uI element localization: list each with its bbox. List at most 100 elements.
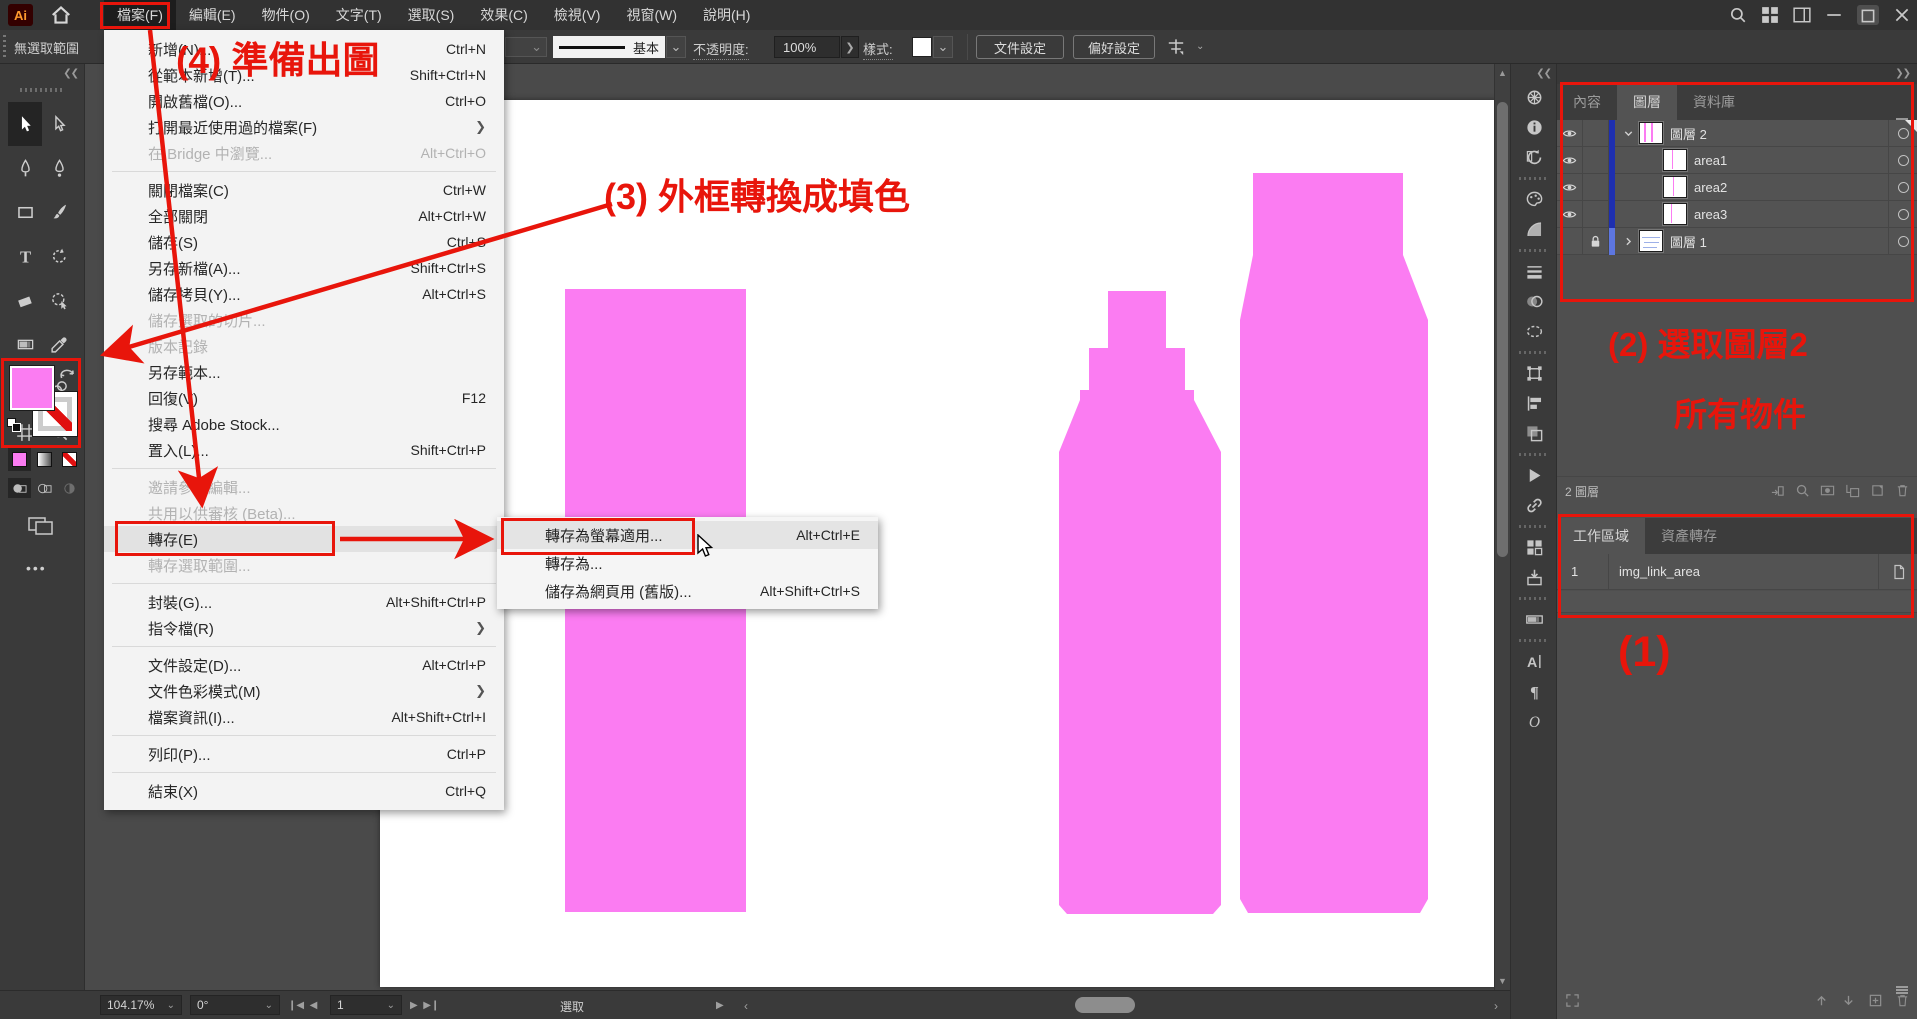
lock-icon[interactable]: [1583, 228, 1609, 255]
layer-row-area1[interactable]: area1: [1557, 147, 1917, 174]
file-menu-item[interactable]: 開啟舊檔(O)...Ctrl+O: [104, 88, 504, 114]
layer-name[interactable]: area2: [1694, 180, 1888, 195]
info-icon[interactable]: [1521, 112, 1547, 142]
dock-group-grip[interactable]: [1519, 448, 1549, 460]
menubar-item[interactable]: 物件(O): [249, 0, 323, 30]
screen-mode-icon[interactable]: [26, 512, 56, 538]
opacity-field[interactable]: 100%: [774, 36, 840, 58]
character-icon[interactable]: A: [1521, 646, 1547, 676]
layer-thumbnail[interactable]: [1663, 203, 1687, 225]
status-expand-icon[interactable]: ▶: [716, 1000, 724, 1011]
layer-target-circle[interactable]: [1888, 147, 1917, 174]
new-item-icon[interactable]: [1868, 993, 1883, 1013]
dock-group-grip[interactable]: [1519, 244, 1549, 256]
none-button[interactable]: [58, 448, 81, 471]
lock-empty[interactable]: [1583, 120, 1609, 147]
links-icon[interactable]: [1521, 490, 1547, 520]
visibility-eye-icon[interactable]: [1557, 147, 1583, 174]
tab-properties[interactable]: 內容: [1557, 84, 1617, 120]
wheel-icon[interactable]: [1521, 82, 1547, 112]
arrange-documents-icon[interactable]: [1793, 6, 1811, 24]
menubar-item[interactable]: 文字(T): [323, 0, 395, 30]
visibility-empty[interactable]: [1557, 228, 1583, 255]
file-menu-item[interactable]: 儲存拷貝(Y)...Alt+Ctrl+S: [104, 281, 504, 307]
stroke-preset-box[interactable]: 基本: [553, 36, 665, 58]
lock-empty[interactable]: [1583, 174, 1609, 201]
file-menu-item[interactable]: 指令檔(R)❯: [104, 615, 504, 641]
align-icon[interactable]: [1521, 388, 1547, 418]
collect-icon[interactable]: [1770, 483, 1785, 501]
layer-target-circle[interactable]: [1888, 228, 1917, 255]
file-menu-item[interactable]: 邀請參與編輯...: [104, 474, 504, 500]
dock-group-grip[interactable]: [1519, 592, 1549, 604]
lock-empty[interactable]: [1583, 201, 1609, 228]
shape-builder-tool[interactable]: [42, 278, 76, 322]
eraser-tool[interactable]: [8, 278, 42, 322]
zoom-select[interactable]: 104.17%⌄: [100, 995, 182, 1015]
pen-tool[interactable]: [8, 146, 42, 190]
layer-row-area2[interactable]: area2: [1557, 174, 1917, 201]
artboard-row-name[interactable]: img_link_area: [1609, 564, 1878, 579]
color-button[interactable]: [8, 448, 31, 471]
close-button[interactable]: [1893, 6, 1911, 24]
document-setup-button[interactable]: 文件設定: [976, 35, 1064, 59]
file-menu-item[interactable]: 另存新檔(A)...Shift+Ctrl+S: [104, 255, 504, 281]
dock-group-grip[interactable]: [1519, 172, 1549, 184]
file-menu-item[interactable]: 列印(P)...Ctrl+P: [104, 741, 504, 767]
new-layer-icon[interactable]: [1870, 483, 1885, 501]
hscroll-right-icon[interactable]: ›: [1494, 999, 1498, 1013]
file-menu-item[interactable]: 另存範本...: [104, 359, 504, 385]
lock-empty[interactable]: [1583, 147, 1609, 174]
file-menu-item[interactable]: 全部關閉Alt+Ctrl+W: [104, 203, 504, 229]
hscroll-left-icon[interactable]: ‹: [744, 999, 748, 1013]
file-menu-item[interactable]: 在 Bridge 中瀏覽...Alt+Ctrl+O: [104, 140, 504, 166]
trash-icon[interactable]: [1895, 993, 1910, 1013]
fill-dropdown[interactable]: ⌄: [505, 37, 547, 57]
swap-fill-stroke-icon[interactable]: [58, 364, 76, 380]
layer-thumbnail[interactable]: [1639, 122, 1663, 144]
first-artboard-icon[interactable]: ❙◀ ◀: [288, 1000, 317, 1011]
minimize-button[interactable]: [1825, 6, 1843, 24]
file-menu-item[interactable]: 文件設定(D)...Alt+Ctrl+P: [104, 652, 504, 678]
gradient-fan-icon[interactable]: [1521, 214, 1547, 244]
preferences-button[interactable]: 偏好設定: [1073, 35, 1155, 59]
menubar-item[interactable]: 視窗(W): [613, 0, 690, 30]
asset-export-icon[interactable]: [1521, 562, 1547, 592]
file-menu-item[interactable]: 搜尋 Adobe Stock...: [104, 411, 504, 437]
layer-thumbnail[interactable]: [1639, 230, 1663, 252]
gradient-button[interactable]: [33, 448, 56, 471]
menubar-item[interactable]: 檔案(F): [104, 0, 176, 30]
menubar-item[interactable]: 編輯(E): [176, 0, 249, 30]
export-submenu-item[interactable]: 儲存為網頁用 (舊版)...Alt+Shift+Ctrl+S: [497, 577, 878, 605]
tab-libraries[interactable]: 資料庫: [1677, 84, 1751, 120]
file-menu-item[interactable]: 轉存(E)❯: [104, 526, 504, 552]
file-menu-item[interactable]: 儲存選取的切片...: [104, 307, 504, 333]
tools-grip[interactable]: [20, 88, 65, 92]
area2-bottle[interactable]: [1059, 291, 1221, 914]
draw-behind-icon[interactable]: [33, 478, 56, 498]
artboards-grid-icon[interactable]: [1521, 532, 1547, 562]
menubar-item[interactable]: 選取(S): [395, 0, 468, 30]
area3-bottle[interactable]: [1240, 173, 1428, 913]
new-sublayer-icon[interactable]: [1845, 483, 1860, 501]
next-artboard-icon[interactable]: ▶ ▶❙: [410, 1000, 439, 1011]
align-icon[interactable]: [1164, 37, 1188, 57]
scroll-down-icon[interactable]: ▼: [1498, 976, 1507, 986]
visibility-eye-icon[interactable]: [1557, 174, 1583, 201]
mask-icon[interactable]: [1820, 483, 1835, 501]
dock-group-grip[interactable]: [1519, 346, 1549, 358]
draw-normal-icon[interactable]: [8, 478, 31, 498]
align-dropdown-icon[interactable]: ⌄: [1196, 41, 1204, 52]
home-icon[interactable]: [50, 4, 72, 26]
layer-thumbnail[interactable]: [1663, 149, 1687, 171]
layer-chevron-down-icon[interactable]: [1619, 127, 1637, 140]
visibility-eye-icon[interactable]: [1557, 201, 1583, 228]
collapse-tools-icon[interactable]: ❮❮: [63, 68, 78, 79]
selection-tool[interactable]: [8, 102, 42, 146]
tab-asset-export[interactable]: 資產轉存: [1645, 518, 1733, 554]
layer-row-圖層-1[interactable]: 圖層 1: [1557, 228, 1917, 255]
palette-icon[interactable]: [1521, 184, 1547, 214]
opentype-icon[interactable]: O: [1521, 706, 1547, 736]
history-icon[interactable]: [1521, 142, 1547, 172]
actions-play-icon[interactable]: [1521, 460, 1547, 490]
